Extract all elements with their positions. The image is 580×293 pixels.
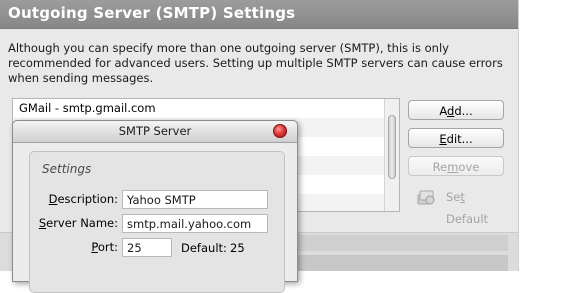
list-scrollbar[interactable]: [384, 99, 399, 211]
group-title: Settings: [42, 162, 92, 176]
description-label: Description:: [48, 192, 118, 206]
details-row: [290, 235, 508, 251]
help-text: Although you can specify more than one o…: [8, 41, 503, 85]
port-field[interactable]: 25: [122, 238, 172, 257]
set-default-button[interactable]: Set Default: [414, 186, 510, 226]
section-title: Outgoing Server (SMTP) Settings: [8, 4, 296, 22]
list-item-label: GMail - smtp.gmail.com: [19, 101, 156, 115]
settings-groupbox: Settings Description: Yahoo SMTP Server …: [29, 151, 285, 293]
details-row: [290, 255, 508, 271]
remove-button[interactable]: Remove: [408, 156, 504, 176]
server-name-field[interactable]: smtp.mail.yahoo.com: [122, 214, 268, 233]
port-label: Port:: [91, 240, 118, 254]
close-icon[interactable]: [273, 124, 287, 138]
server-name-label: Server Name:: [38, 216, 118, 230]
dialog-title: SMTP Server: [118, 124, 192, 138]
description-field[interactable]: Yahoo SMTP: [122, 190, 268, 209]
section-header: Outgoing Server (SMTP) Settings: [0, 0, 518, 29]
edit-button[interactable]: Edit...: [408, 128, 504, 148]
default-port-label: Default:: [181, 241, 227, 255]
dialog-titlebar[interactable]: SMTP Server: [13, 121, 297, 143]
list-item[interactable]: GMail - smtp.gmail.com: [13, 99, 385, 118]
set-default-label: Set Default: [446, 190, 489, 226]
scrollbar-thumb[interactable]: [388, 115, 396, 179]
smtp-server-dialog: SMTP Server Settings Description: Yahoo …: [12, 120, 298, 293]
default-port-value: 25: [230, 241, 245, 255]
add-button[interactable]: Add...: [408, 100, 504, 120]
server-default-icon: [417, 190, 435, 205]
